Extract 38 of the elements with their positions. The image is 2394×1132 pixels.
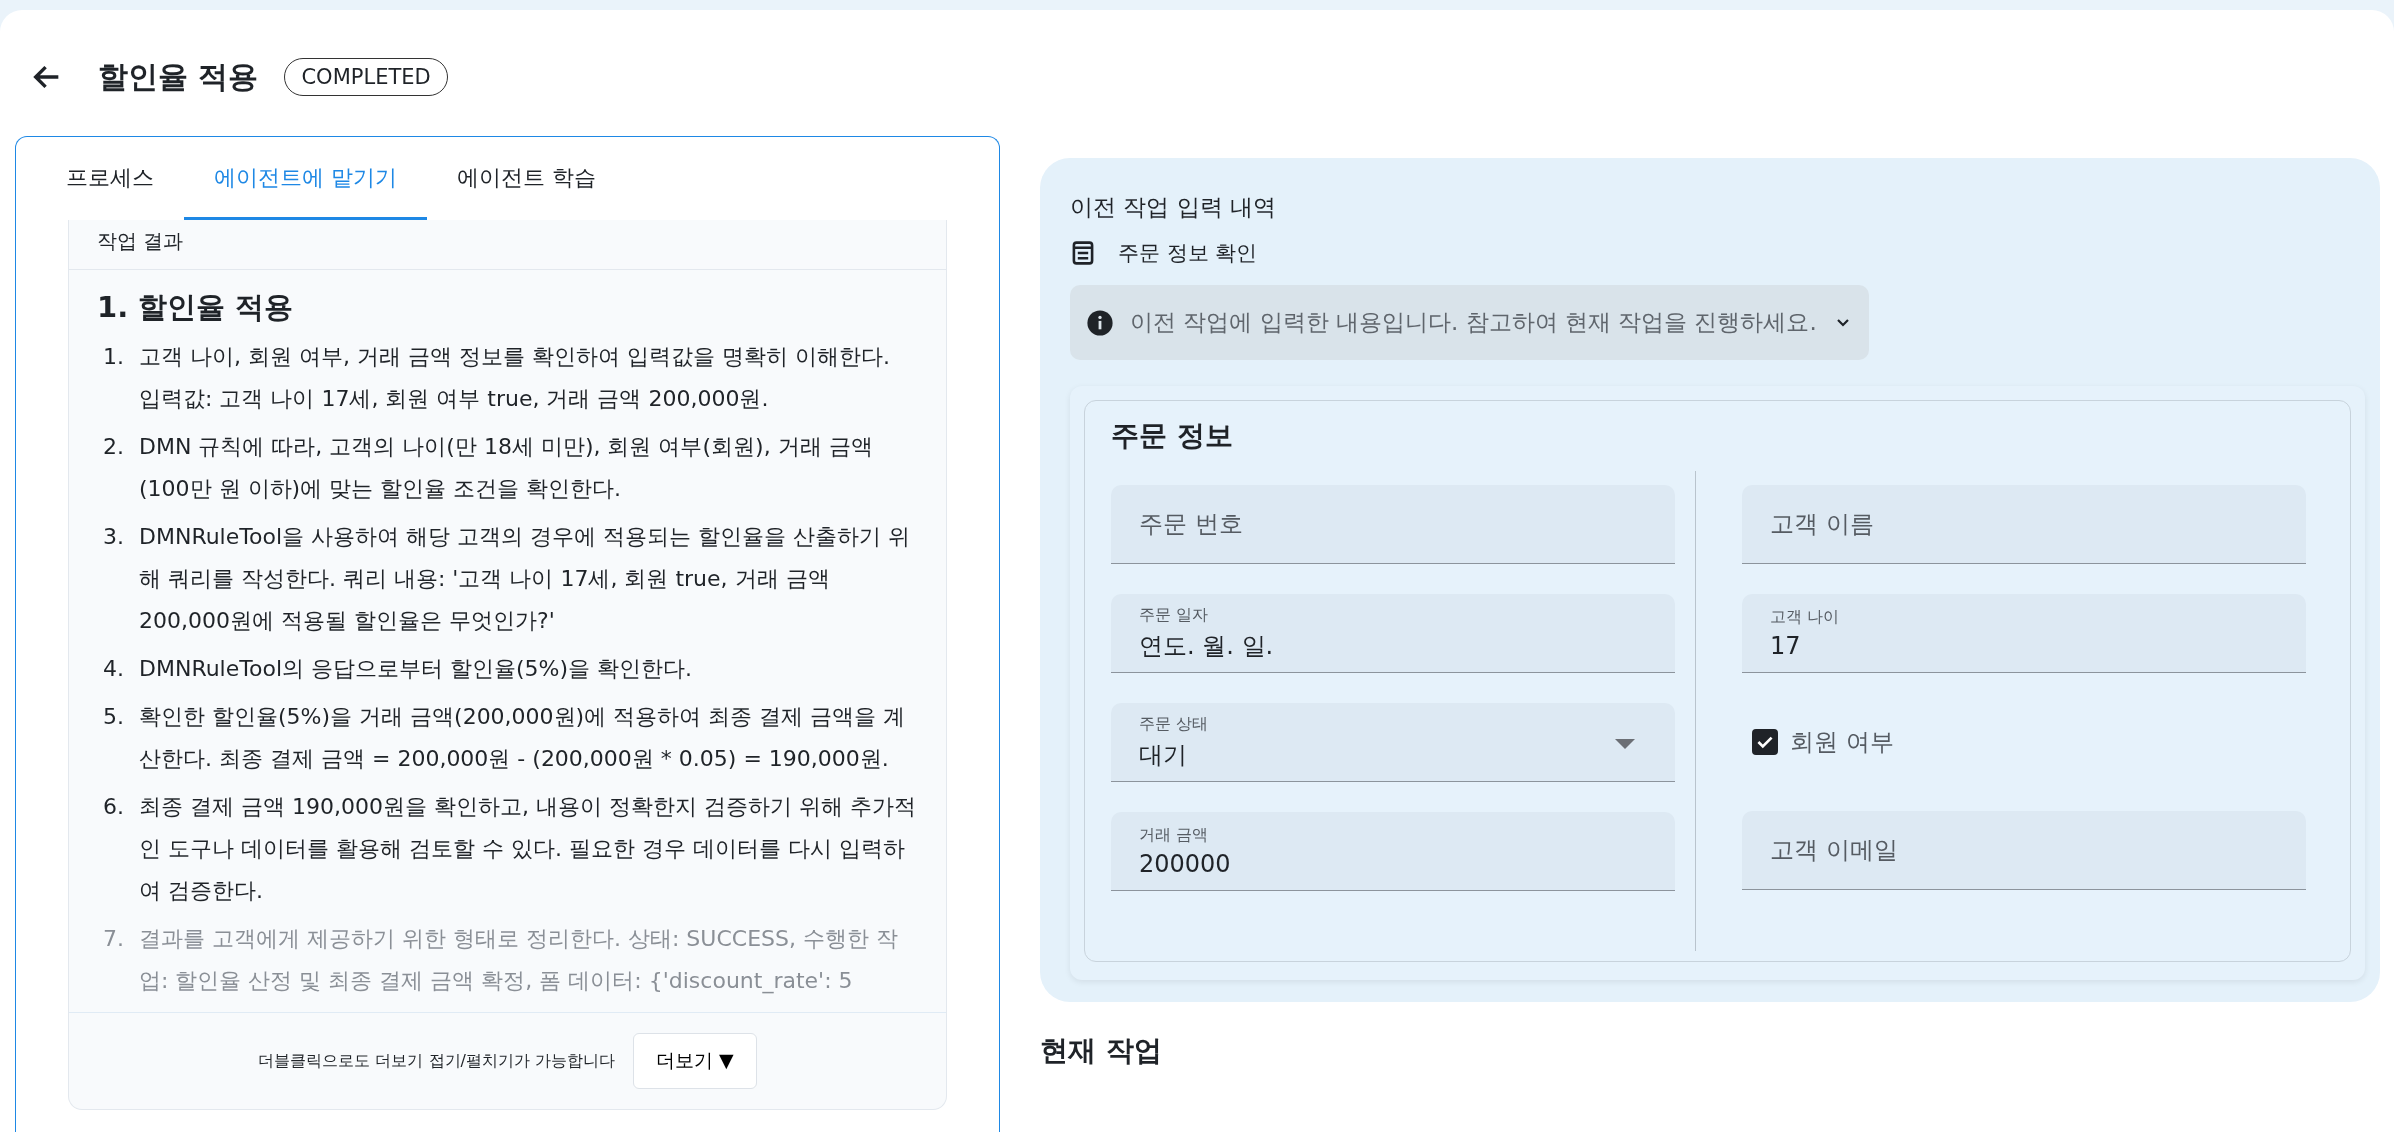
hint-text: 더블클릭으로도 더보기 접기/펼치기가 가능합니다 <box>258 1050 615 1072</box>
step-text: 고객 나이, 회원 여부, 거래 금액 정보를 확인하여 입력값을 명확히 이해한다. 입력값: 고객 나이 17세, 회원 여부 true, 거래 금액 200,000원. <box>139 343 891 413</box>
step-number: 2. <box>103 433 125 461</box>
notice-toggle[interactable]: 이전 작업에 입력한 내용입니다. 참고하여 현재 작업을 진행하세요. <box>1070 285 1869 360</box>
step-text: DMN 규칙에 따라, 고객의 나이(만 18세 미만), 회원 여부(회원), 거래 금액 (100만 원 이하)에 맞는 할인율 조건을 확인한다. <box>139 433 874 503</box>
input-field[interactable]: 고객 나이 17 <box>1742 594 2306 673</box>
step-number: 5. <box>103 703 125 731</box>
section-title: 이전 작업 입력 내역 <box>1070 193 1277 222</box>
section-title: 현재 작업 <box>1040 1033 1163 1069</box>
checkbox[interactable] <box>1752 729 1778 755</box>
step-text: 최종 결제 금액 190,000원을 확인하고, 내용이 정확한지 검증하기 위해 추가적인 도구나 데이터를 활용해 검토할 수 있다. 필요한 경우 데이터를 다시 입력하여 검증한다. <box>139 793 917 905</box>
checkbox-label: 회원 여부 <box>1790 727 1894 758</box>
input-field[interactable]: 거래 금액 200000 <box>1111 812 1675 891</box>
step-text: DMNRuleTool을 사용하여 해당 고객의 경우에 적용되는 할인율을 산출하기 위해 쿼리를 작성한다. 쿼리 내용: '고객 나이 17세, 회원 true, 거래 금액 200,000원에 적용될 할인율은 무엇인가?' <box>139 523 911 635</box>
task-name: 주문 정보 확인 <box>1118 240 1258 267</box>
card-title: 작업 결과 <box>97 229 184 253</box>
form-title: 주문 정보 <box>1111 418 1234 454</box>
document-icon <box>1070 240 1096 266</box>
page-title: 할인율 적용 <box>98 57 259 96</box>
step-text: 결과를 고객에게 제공하기 위한 형태로 정리한다. 상태: SUCCESS, 수행한 작업: 할인율 산정 및 최종 결제 금액 확정, 폼 데이터: {'discount_rate': 5 <box>139 925 899 996</box>
step-number: 4. <box>103 655 125 683</box>
info-icon <box>1086 308 1114 337</box>
step-number: 1. <box>103 343 125 371</box>
step-number: 3. <box>103 523 125 551</box>
step-text: DMNRuleTool의 응답으로부터 할인율(5%)을 확인한다. <box>139 655 694 683</box>
input-field[interactable]: 고객 이메일 <box>1742 811 2306 890</box>
step-number: 6. <box>103 793 125 821</box>
select-field[interactable]: 주문 상태 대기 <box>1111 703 1675 782</box>
step-number: 7. <box>103 925 125 953</box>
input-field[interactable]: 주문 일자 연도. 월. 일. <box>1111 594 1675 673</box>
tab[interactable]: 프로세스 <box>36 137 184 220</box>
input-field[interactable]: 주문 번호 <box>1111 485 1675 564</box>
input-field[interactable]: 고객 이름 <box>1742 485 2306 564</box>
step-text: 확인한 할인율(5%)을 거래 금액(200,000원)에 적용하여 최종 결제 금액을 계산한다. 최종 결제 금액 = 200,000원 - (200,000원 * 0.05) = 190,000원. <box>139 703 907 773</box>
tab[interactable]: 에이전트 학습 <box>427 137 626 220</box>
more-button[interactable]: 더보기 ▼ <box>633 1033 757 1089</box>
caret-icon <box>1615 739 1635 749</box>
result-heading: 1. 할인율 적용 <box>97 289 295 326</box>
